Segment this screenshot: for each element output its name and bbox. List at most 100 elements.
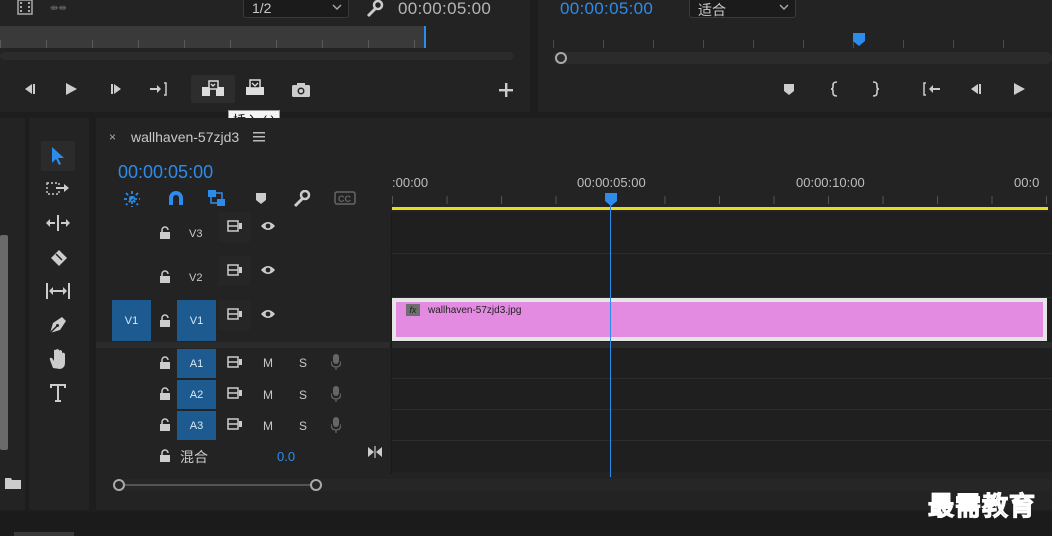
mix-value[interactable]: 0.0 [277, 449, 295, 464]
solo-button-a2[interactable]: S [299, 388, 307, 402]
track-label-v3: V3 [189, 228, 203, 240]
toggle-sync-icon[interactable] [227, 220, 243, 232]
zoom-handle-right[interactable] [310, 479, 322, 491]
track-target-a3[interactable]: A3 [177, 411, 216, 440]
timeline-settings-wrench-icon[interactable] [292, 190, 312, 208]
status-bar-tab[interactable] [14, 532, 74, 536]
folder-icon[interactable] [5, 477, 21, 489]
toggle-sync-icon[interactable] [227, 308, 243, 320]
sequence-timecode[interactable]: 00:00:05:00 [118, 162, 213, 183]
lock-icon[interactable] [159, 418, 173, 432]
track-target-v1[interactable]: V1 [177, 300, 216, 341]
go-to-out-button[interactable] [146, 77, 172, 101]
toggle-sync-icon[interactable] [227, 264, 243, 276]
toggle-sync-icon[interactable] [227, 418, 243, 430]
source-zoom-scrollbar[interactable] [0, 52, 514, 60]
program-step-back-button[interactable] [962, 77, 988, 101]
microphone-icon[interactable] [331, 354, 341, 370]
slip-tool-icon[interactable] [41, 276, 75, 306]
mute-button-a1[interactable]: M [263, 356, 273, 370]
zoom-handle-left[interactable] [555, 52, 567, 64]
ruler-ticks [392, 196, 1052, 204]
close-icon[interactable]: × [109, 130, 116, 144]
zoom-handle-left[interactable] [113, 479, 125, 491]
source-patch-v1[interactable]: V1 [112, 300, 151, 341]
eye-icon[interactable] [260, 221, 276, 231]
ripple-edit-tool-icon[interactable] [41, 208, 75, 238]
hand-tool-icon[interactable] [41, 344, 75, 374]
insert-button[interactable] [191, 75, 235, 103]
mark-out-button[interactable] [862, 77, 888, 101]
lock-icon[interactable] [159, 226, 173, 240]
microphone-icon[interactable] [331, 386, 341, 402]
audio-waveform-icon[interactable]: ⇼⇼ [50, 3, 67, 14]
linked-selection-icon[interactable] [207, 189, 227, 207]
snap-magnet-icon[interactable] [167, 190, 185, 206]
fit-dropdown[interactable]: 适合 [689, 0, 796, 18]
program-playhead-marker[interactable] [852, 33, 866, 47]
timeline-zoom-track [119, 484, 319, 486]
play-button[interactable] [58, 77, 84, 101]
track-divider [392, 440, 1052, 441]
track-header-a2 [96, 379, 391, 409]
source-playhead[interactable] [424, 26, 426, 48]
track-select-tool-icon[interactable] [41, 174, 75, 204]
nest-sequence-icon[interactable] [123, 190, 141, 208]
filmstrip-icon[interactable] [16, 0, 34, 16]
work-area-bar[interactable] [392, 207, 1048, 210]
mark-in-button[interactable] [822, 77, 848, 101]
step-forward-button[interactable] [104, 77, 130, 101]
settings-wrench-icon[interactable] [365, 0, 385, 18]
go-to-in-button[interactable] [918, 77, 944, 101]
captions-icon[interactable]: CC [334, 191, 356, 205]
menu-hamburger-icon[interactable] [253, 132, 265, 142]
chevron-down-icon [779, 2, 789, 12]
project-scrollbar[interactable] [0, 235, 8, 450]
timeline-playhead-marker[interactable] [604, 193, 618, 207]
fx-badge[interactable]: fx [406, 304, 420, 316]
status-bar [0, 512, 1052, 536]
overwrite-button[interactable] [242, 76, 268, 100]
lock-icon[interactable] [159, 314, 173, 328]
timeline-playhead-line[interactable] [610, 205, 611, 477]
ruler-time-3: 00:0 [1014, 175, 1040, 190]
track-header-mix [96, 441, 391, 473]
eye-icon[interactable] [260, 265, 276, 275]
razor-tool-icon[interactable] [41, 243, 75, 273]
lock-icon[interactable] [159, 387, 173, 401]
add-marker-icon[interactable] [255, 192, 267, 205]
type-tool-icon[interactable] [41, 378, 75, 408]
solo-button-a3[interactable]: S [299, 419, 307, 433]
sequence-tab-name[interactable]: wallhaven-57zjd3 [131, 129, 239, 145]
program-play-button[interactable] [1006, 77, 1032, 101]
step-back-button[interactable] [16, 77, 42, 101]
microphone-icon[interactable] [331, 417, 341, 433]
track-divider [392, 409, 1052, 410]
selection-tool-icon[interactable] [41, 141, 75, 171]
add-marker-button[interactable] [776, 77, 802, 101]
track-label-v2: V2 [189, 272, 203, 284]
lock-icon[interactable] [159, 449, 173, 463]
track-target-a2[interactable]: A2 [177, 380, 216, 409]
export-frame-camera-icon[interactable] [288, 78, 314, 102]
toggle-sync-icon[interactable] [227, 356, 243, 368]
mix-bowtie-icon[interactable] [367, 446, 383, 458]
clip-name: wallhaven-57zjd3.jpg [428, 305, 522, 316]
program-zoom-scrollbar[interactable] [553, 52, 1052, 64]
mute-button-a3[interactable]: M [263, 419, 273, 433]
track-target-a1[interactable]: A1 [177, 349, 216, 378]
source-timecode: 00:00:05:00 [398, 0, 492, 18]
pen-tool-icon[interactable] [41, 310, 75, 340]
add-button-icon[interactable] [493, 78, 519, 102]
program-scrub-bar[interactable] [553, 40, 1047, 48]
lock-icon[interactable] [159, 356, 173, 370]
solo-button-a1[interactable]: S [299, 356, 307, 370]
track-divider [392, 378, 1052, 379]
track-header-a1 [96, 348, 391, 378]
toggle-sync-icon[interactable] [227, 387, 243, 399]
mute-button-a2[interactable]: M [263, 388, 273, 402]
program-timecode[interactable]: 00:00:05:00 [560, 0, 653, 19]
lock-icon[interactable] [159, 270, 173, 284]
resolution-dropdown[interactable]: 1/2 [243, 0, 349, 18]
eye-icon[interactable] [260, 309, 276, 319]
